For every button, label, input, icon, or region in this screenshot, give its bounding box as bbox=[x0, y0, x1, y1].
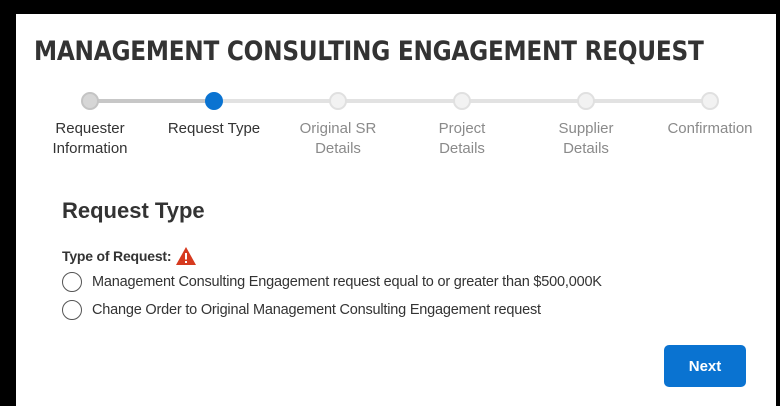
step-label: Original SR Details bbox=[299, 120, 377, 157]
step-dot bbox=[701, 92, 719, 110]
step-label: Project Details bbox=[438, 120, 486, 157]
radio-option-label: Management Consulting Engagement request… bbox=[92, 274, 602, 290]
step-confirmation: Confirmation bbox=[650, 88, 770, 139]
warning-icon bbox=[176, 247, 197, 265]
radio-button[interactable] bbox=[62, 300, 82, 320]
step-label: Requester Information bbox=[52, 120, 128, 157]
step-dot-active bbox=[205, 92, 223, 110]
radio-option-change-order[interactable]: Change Order to Original Management Cons… bbox=[62, 300, 541, 320]
next-button[interactable]: Next bbox=[664, 345, 746, 387]
field-label-text: Type of Request: bbox=[62, 248, 172, 264]
section-title: Request Type bbox=[62, 198, 205, 223]
step-dot bbox=[453, 92, 471, 110]
step-dot bbox=[577, 92, 595, 110]
step-label: Request Type bbox=[167, 120, 261, 137]
step-label: Confirmation bbox=[667, 120, 753, 137]
radio-option-over-500k[interactable]: Management Consulting Engagement request… bbox=[62, 272, 602, 292]
step-original-sr-details: Original SR Details bbox=[278, 88, 398, 159]
radio-option-label: Change Order to Original Management Cons… bbox=[92, 302, 541, 318]
type-of-request-label: Type of Request: bbox=[62, 246, 197, 266]
step-request-type[interactable]: Request Type bbox=[154, 88, 274, 139]
step-label: Supplier Details bbox=[558, 120, 614, 157]
step-requester-information[interactable]: Requester Information bbox=[30, 88, 150, 159]
step-project-details: Project Details bbox=[402, 88, 522, 159]
page-title: MANAGEMENT CONSULTING ENGAGEMENT REQUEST bbox=[34, 36, 704, 67]
step-dot bbox=[329, 92, 347, 110]
step-supplier-details: Supplier Details bbox=[526, 88, 646, 159]
radio-button[interactable] bbox=[62, 272, 82, 292]
step-dot bbox=[81, 92, 99, 110]
page-container: MANAGEMENT CONSULTING ENGAGEMENT REQUEST… bbox=[14, 14, 776, 406]
